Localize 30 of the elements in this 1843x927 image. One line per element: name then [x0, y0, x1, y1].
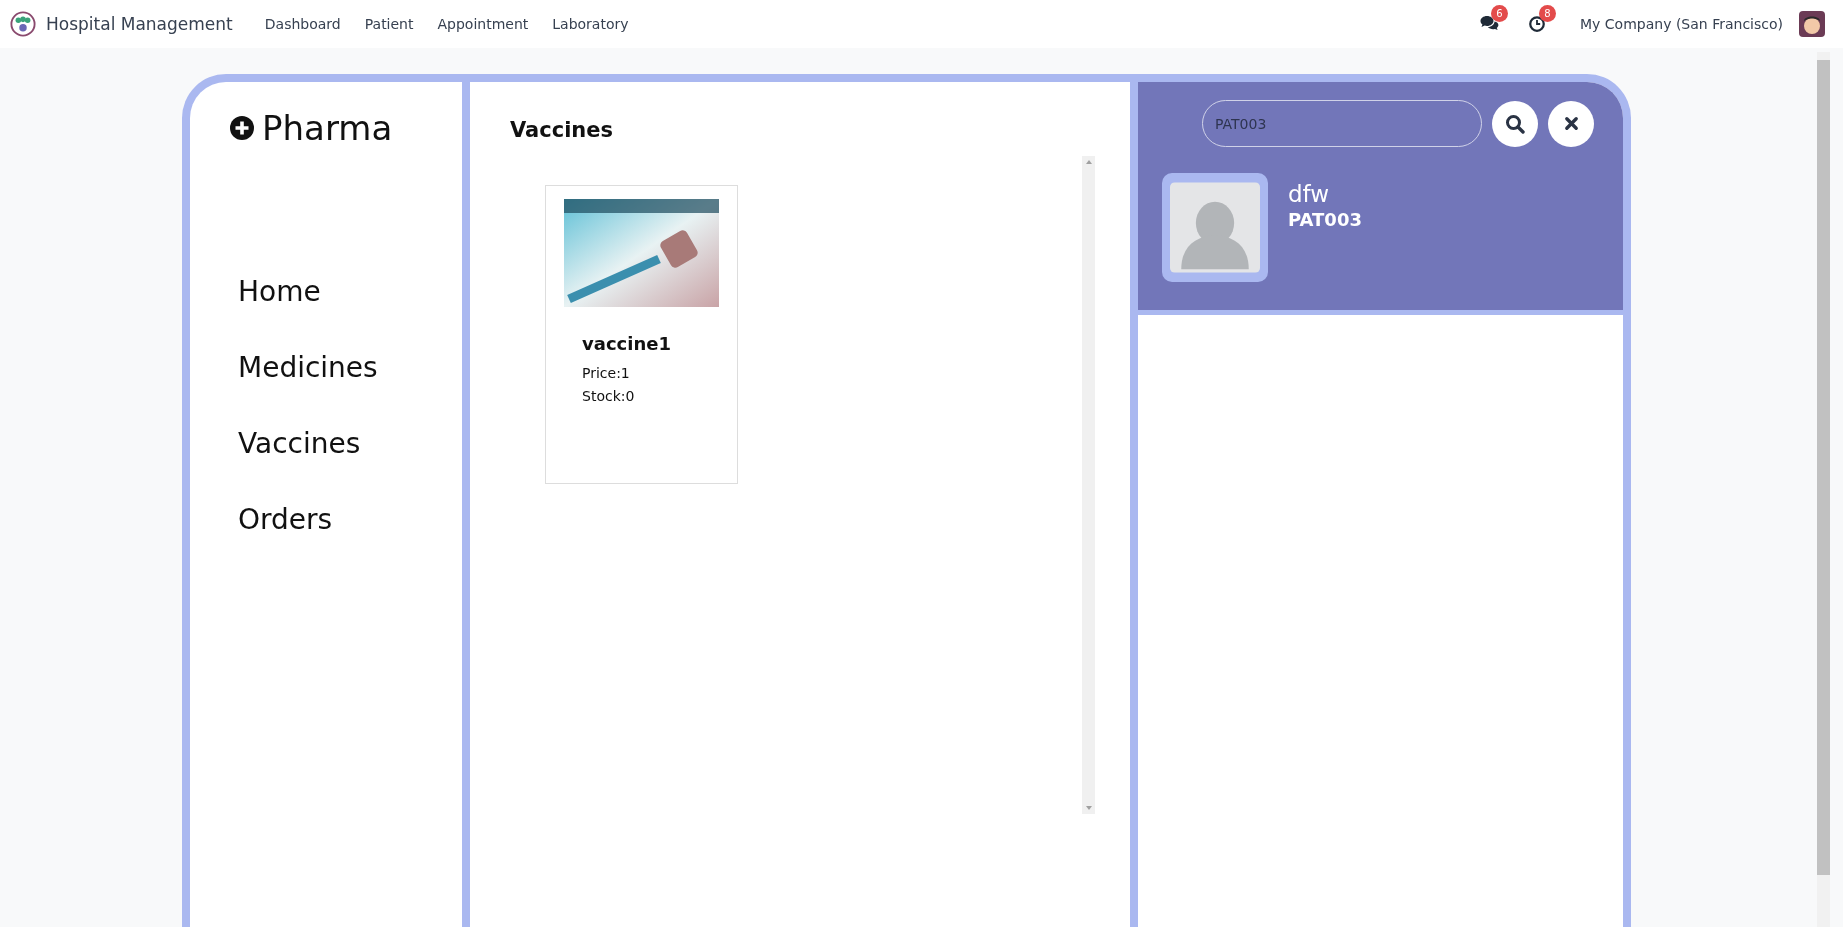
nav-menu-item[interactable]: Patient — [364, 16, 414, 32]
sidebar-item[interactable]: Home — [238, 274, 462, 310]
sidebar-item[interactable]: Vaccines — [238, 426, 462, 462]
clock-icon[interactable] — [1528, 15, 1547, 33]
patient-name: dfw — [1288, 181, 1331, 207]
close-button[interactable] — [1548, 100, 1594, 147]
product-card[interactable]: vaccine1 Price:1 Stock:0 — [545, 185, 738, 484]
product-name: vaccine1 — [582, 333, 672, 354]
notification-badge: 8 — [1539, 5, 1557, 22]
product-stock: Stock:0 — [582, 387, 636, 406]
search-icon — [1505, 113, 1525, 134]
company-name[interactable]: My Company (San Francisco) — [1580, 16, 1783, 32]
nav-menu-item[interactable]: Dashboard — [264, 16, 341, 32]
nav-menu-item[interactable]: Laboratory — [552, 16, 629, 32]
user-avatar-icon[interactable] — [1799, 11, 1825, 37]
section-title: Vaccines — [510, 118, 615, 142]
notification-badge: 6 — [1491, 5, 1509, 22]
search-button[interactable] — [1492, 100, 1538, 147]
sidebar-title: Pharma — [262, 108, 393, 148]
product-price: Price:1 — [582, 364, 631, 383]
app-name: Hospital Management — [46, 14, 233, 34]
plus-circle-icon — [230, 116, 254, 140]
patient-code: PAT003 — [1288, 209, 1362, 230]
chat-bubbles-icon[interactable] — [1480, 15, 1501, 33]
close-icon — [1563, 116, 1579, 131]
app-logo-icon[interactable] — [10, 11, 36, 37]
sidebar-item[interactable]: Orders — [238, 502, 462, 538]
nav-menu-item[interactable]: Appointment — [437, 16, 529, 32]
page-scrollbar[interactable] — [1817, 52, 1830, 927]
sidebar-item[interactable]: Medicines — [238, 350, 462, 386]
